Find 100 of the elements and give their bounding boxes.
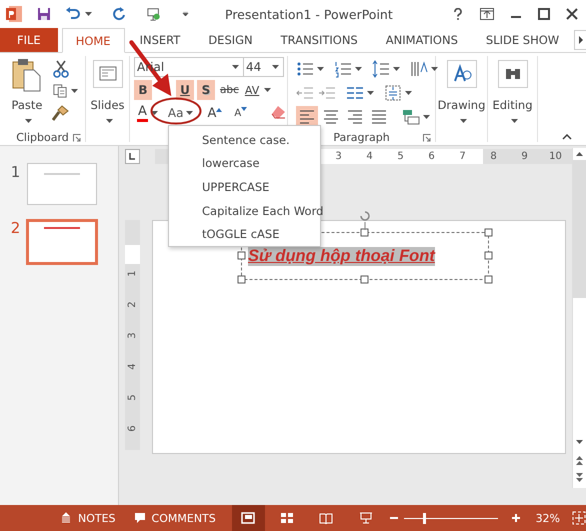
save-icon[interactable] [37,7,51,21]
format-toggle[interactable]: AV [242,80,262,100]
menu-item[interactable]: UPPERCASE [169,175,320,199]
menu-item[interactable]: tOGGLE cASE [169,222,320,246]
customize-icon[interactable] [182,12,189,16]
caret-icon[interactable] [272,65,279,69]
caret-icon[interactable] [106,119,112,123]
ribbon-tab[interactable]: FILE [0,28,58,52]
copy-icon[interactable] [52,84,68,98]
format-toggle[interactable]: U [176,80,194,100]
ribbon-tab[interactable]: TRANSITIONS [268,28,371,52]
ruler-number: 4 [365,151,374,162]
ribbon-tab[interactable]: ANIMATIONS [372,28,471,52]
format-toggle[interactable]: B [134,80,152,100]
smartart-icon[interactable] [402,108,420,126]
notes-button[interactable]: NOTES [78,512,116,524]
format-toggle[interactable]: abc [218,80,241,100]
caret-icon[interactable] [423,115,430,119]
collapse-ribbon-icon[interactable] [562,134,572,140]
caret-icon[interactable] [355,67,362,71]
window-title: Presentation1 - PowerPoint [225,6,394,22]
numbering-icon[interactable] [334,60,352,78]
drawing-button[interactable]: Drawing [438,98,486,112]
ruler-number: 5 [126,393,139,403]
line-spacing-icon[interactable] [372,60,390,78]
shapes-icon[interactable] [446,60,476,88]
caret-icon[interactable] [264,88,272,92]
caret-icon[interactable] [367,91,374,95]
font-size-field[interactable]: 44 [244,57,284,77]
thumbnail-title-line [44,227,80,229]
caret-icon[interactable] [405,91,412,95]
caret-icon[interactable] [71,89,78,93]
zoom-level[interactable]: 32% [536,512,560,524]
previous-slide-icon[interactable] [573,454,586,466]
normal-view-icon [241,512,256,524]
dialog-launcher-icon[interactable] [423,134,431,142]
align-text-icon[interactable] [384,84,402,102]
text-direction-icon[interactable] [410,60,428,78]
tab-stop-icon[interactable] [125,149,140,164]
bullets-icon[interactable] [296,60,314,78]
scroll-right-icon[interactable] [574,30,586,50]
comments-button[interactable]: COMMENTS [152,512,216,524]
menu-item[interactable]: lowercase [169,152,320,176]
up-triangle-icon [216,108,222,112]
powerpoint-logo-icon [5,5,23,23]
format-toggle[interactable]: S [197,80,215,100]
binoculars-icon[interactable] [498,60,528,88]
slide-thumbnail[interactable] [27,163,97,205]
caret-icon[interactable] [431,67,438,71]
ribbon-options-icon[interactable] [480,7,494,21]
ruler-number: 6 [427,151,436,162]
slide-thumbnail[interactable] [26,219,98,265]
caret-icon[interactable] [510,119,518,123]
undo-icon[interactable] [65,7,81,21]
presentation-icon[interactable] [146,7,162,21]
caret-icon[interactable] [393,67,400,71]
comment-icon[interactable] [134,512,146,524]
ruler-number: 7 [458,151,467,162]
ribbon-tab[interactable]: HOME [62,28,125,53]
caret-icon[interactable] [150,111,158,115]
ribbon-tab[interactable]: SLIDE SHOW [472,28,572,52]
thumbnail-title-line [44,173,80,175]
caret-icon[interactable] [186,111,194,115]
down-triangle-icon [241,107,248,111]
view-button[interactable] [232,505,265,531]
fit-to-window-icon[interactable] [572,511,586,525]
caret-icon[interactable] [460,119,466,123]
grow-font-button[interactable]: A [207,106,222,120]
new-slide-icon[interactable] [92,60,122,88]
ruler-number: 6 [126,424,139,434]
zoom-out-icon[interactable] [390,514,398,522]
maximize-icon[interactable] [538,8,550,20]
paste-button[interactable]: Paste [11,98,43,112]
eraser-icon[interactable] [269,104,288,122]
editing-button[interactable]: Editing [492,98,533,112]
ribbon-tab[interactable]: INSERT [126,28,194,52]
menu-item[interactable]: Capitalize Each Word [169,198,320,222]
rotate-handle-icon[interactable] [359,210,371,230]
slide-sorter-icon [280,512,294,524]
brush-icon[interactable] [52,104,70,122]
zoom-in-icon[interactable] [512,514,520,522]
slides-button[interactable]: Slides [90,98,125,112]
ribbon-tab[interactable]: DESIGN [195,28,266,52]
font-color-button[interactable]: A [137,104,148,122]
caret-icon[interactable] [25,119,32,123]
dialog-launcher-icon[interactable] [73,134,81,142]
menu-item[interactable]: Sentence case. [169,128,320,152]
redo-icon[interactable] [112,7,126,21]
cut-icon[interactable] [52,60,70,78]
caret-icon[interactable] [232,65,239,69]
close-icon[interactable] [566,8,578,20]
zoom-slider-thumb[interactable] [422,512,426,524]
help-icon[interactable] [452,8,464,20]
next-slide-icon[interactable] [573,472,586,484]
shrink-font-button[interactable]: A [234,107,248,119]
caret-icon[interactable] [85,12,92,16]
scrollbar-thumb[interactable] [573,160,586,298]
paste-icon[interactable] [12,58,42,92]
caret-icon[interactable] [317,67,324,71]
notes-icon[interactable] [60,512,72,524]
